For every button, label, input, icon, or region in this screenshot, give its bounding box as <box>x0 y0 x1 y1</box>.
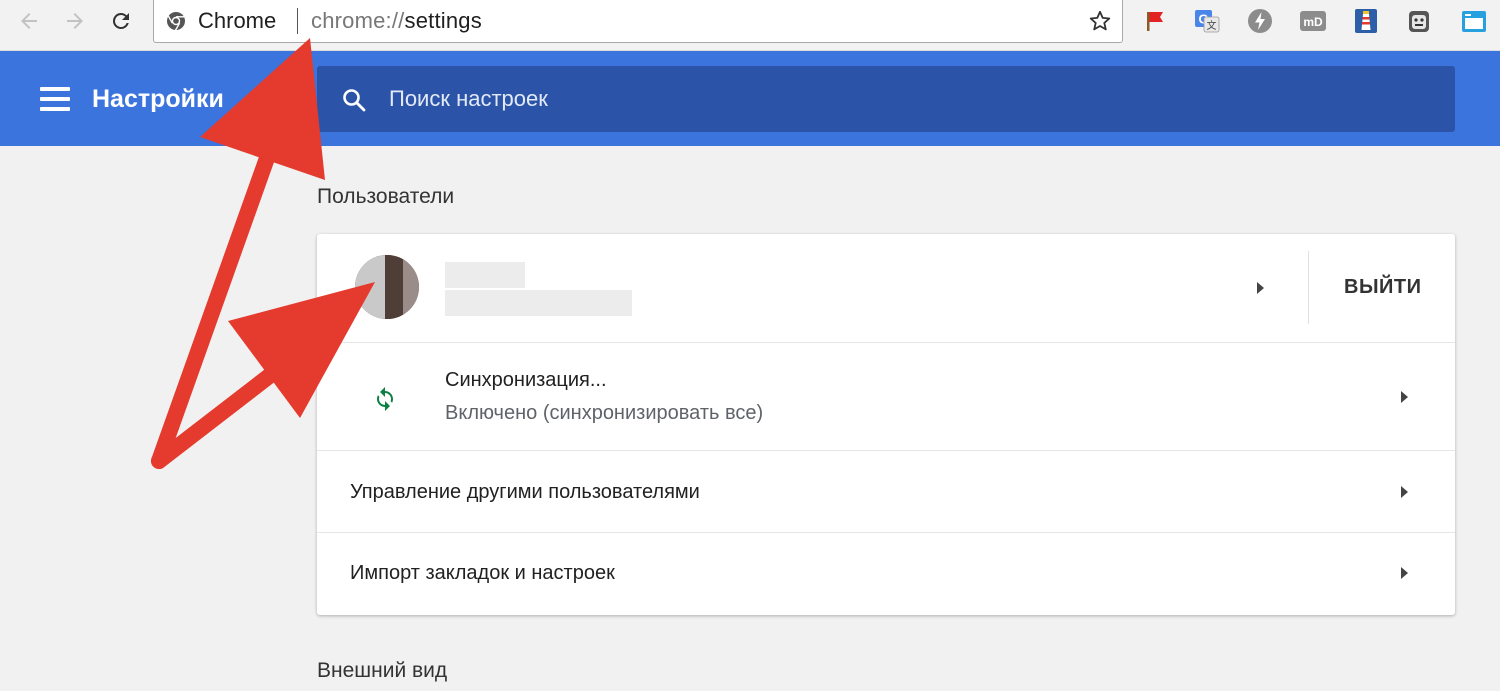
users-section-title: Пользователи <box>317 185 455 208</box>
lighthouse-icon[interactable] <box>1352 7 1380 35</box>
url-text[interactable]: chrome://settings <box>311 8 482 34</box>
appearance-section-title: Внешний вид <box>317 659 448 682</box>
avatar <box>355 255 419 319</box>
manage-users-label: Управление другими пользователями <box>350 481 700 503</box>
page-title: Настройки <box>92 85 224 113</box>
account-row[interactable]: ВЫЙТИ <box>317 234 1455 342</box>
google-translate-icon[interactable]: G 文 <box>1193 7 1221 35</box>
face-icon[interactable] <box>1405 7 1433 35</box>
svg-text:mD: mD <box>1303 15 1323 29</box>
address-bar[interactable]: Chrome chrome://settings <box>153 0 1123 43</box>
bookmark-star-icon[interactable] <box>1088 9 1112 33</box>
sync-label: Синхронизация... <box>445 369 607 391</box>
omnibox-separator <box>297 8 298 34</box>
import-label: Импорт закладок и настроек <box>350 562 615 584</box>
chevron-right-icon <box>1401 486 1408 498</box>
reload-button[interactable] <box>104 4 138 38</box>
red-flag-icon[interactable] <box>1141 7 1169 35</box>
vertical-divider <box>1308 251 1309 324</box>
chrome-logo-icon <box>167 12 185 31</box>
md-icon[interactable]: mD <box>1299 7 1327 35</box>
settings-header: Настройки <box>0 51 1500 146</box>
manage-users-row[interactable]: Управление другими пользователями <box>317 450 1455 532</box>
svg-text:文: 文 <box>1207 19 1217 32</box>
site-chip-label: Chrome <box>198 8 277 33</box>
search-input[interactable] <box>389 80 1429 118</box>
back-arrow-icon <box>21 13 37 29</box>
forward-button[interactable] <box>58 4 92 38</box>
chevron-right-icon <box>1257 282 1264 294</box>
back-button[interactable] <box>12 4 46 38</box>
sync-status: Включено (синхронизировать все) <box>445 402 764 424</box>
import-bookmarks-row[interactable]: Импорт закладок и настроек <box>317 532 1455 615</box>
users-card: ВЫЙТИ Синхронизация... Включено (синхрон… <box>317 234 1455 615</box>
chevron-right-icon <box>1401 391 1408 403</box>
chevron-right-icon <box>1401 567 1408 579</box>
sync-icon <box>376 387 394 411</box>
account-name-redacted <box>445 262 525 288</box>
sync-row[interactable]: Синхронизация... Включено (синхронизиров… <box>317 342 1455 450</box>
window-icon[interactable] <box>1460 7 1488 35</box>
settings-search-box[interactable] <box>317 66 1455 132</box>
forward-arrow-icon <box>67 13 83 29</box>
signout-button[interactable]: ВЫЙТИ <box>1344 276 1422 299</box>
browser-toolbar: Chrome chrome://settings G 文 mD <box>0 0 1500 51</box>
reload-icon <box>112 12 129 29</box>
account-email-redacted <box>445 290 632 316</box>
url-scheme: chrome:// <box>311 8 405 33</box>
hamburger-menu-icon[interactable] <box>40 87 70 111</box>
lightning-icon[interactable] <box>1246 7 1274 35</box>
search-icon <box>343 89 366 112</box>
url-host: settings <box>404 8 482 33</box>
